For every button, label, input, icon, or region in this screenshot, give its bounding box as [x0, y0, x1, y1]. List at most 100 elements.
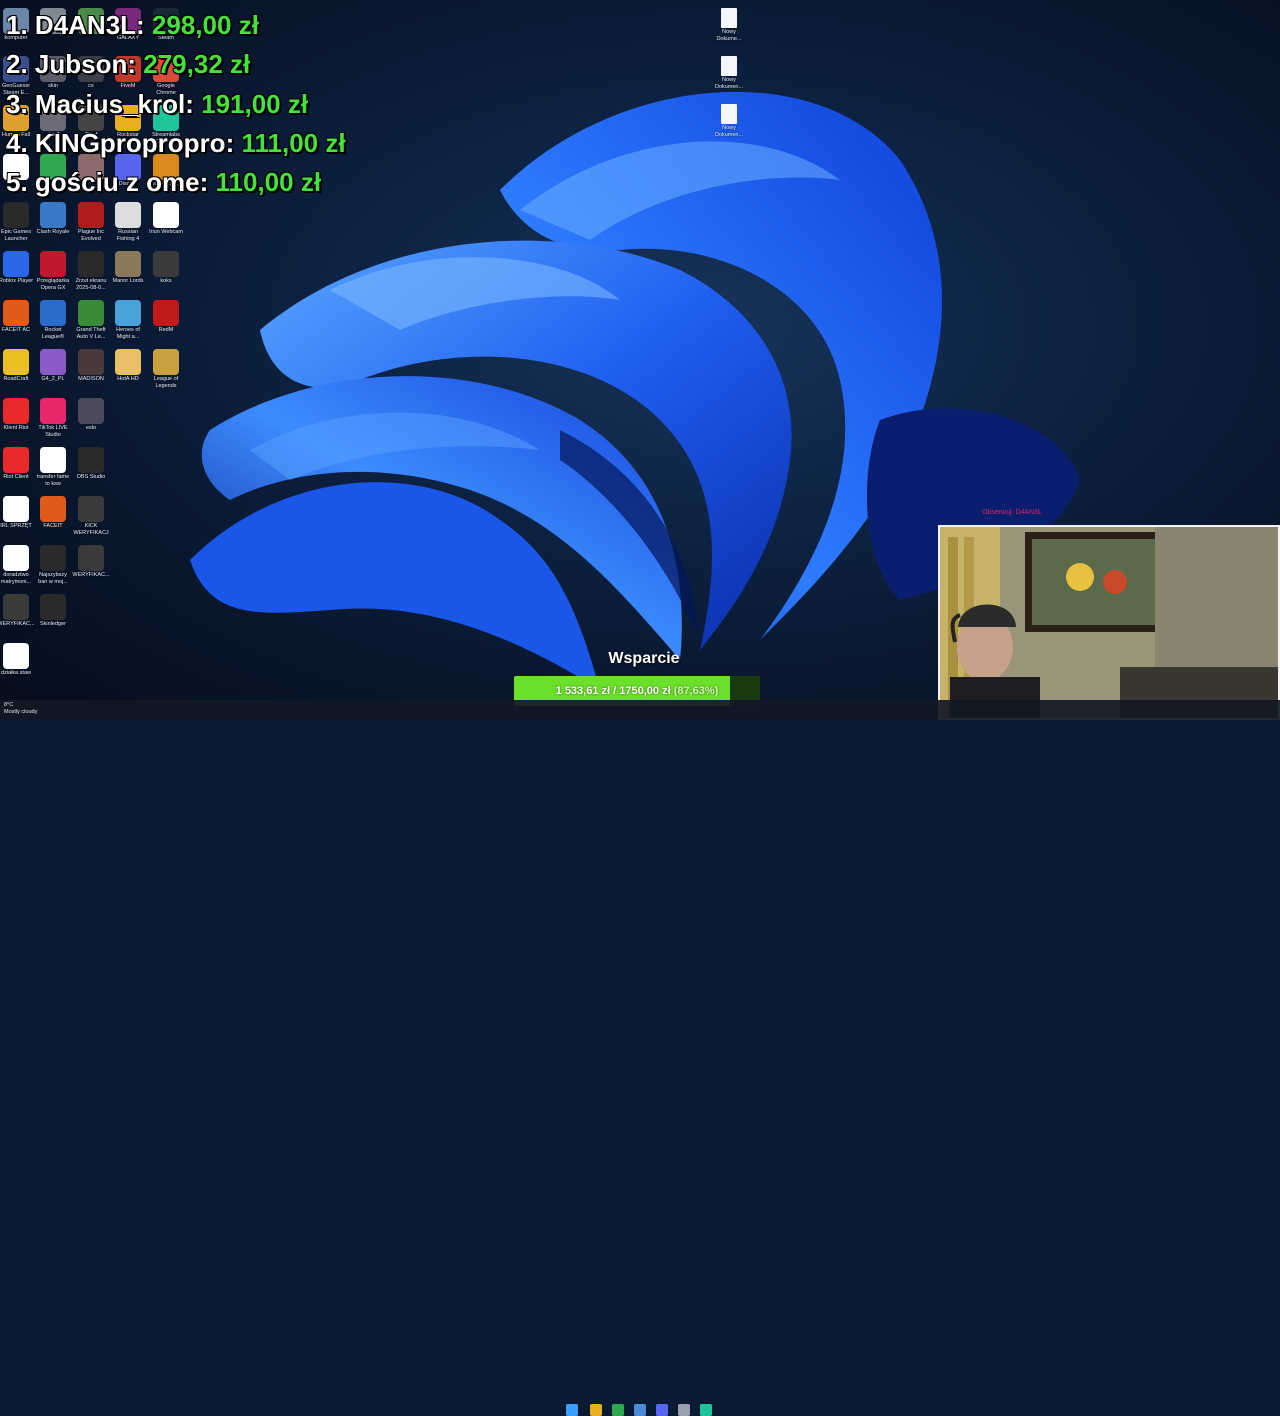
desktop-icon[interactable]: Nowy Dokumen...	[710, 104, 748, 139]
desktop-icon[interactable]: Manor Lords	[109, 251, 147, 285]
desktop-icon[interactable]: Klient Riot	[0, 398, 35, 432]
desktop-icon-label: Nowy Dokume...	[716, 29, 742, 42]
desktop-icon-label: Plague Inc Evolved	[78, 229, 104, 242]
leaderboard-row: 5. gościu z ome: 110,00 zł	[6, 163, 346, 202]
desktop-icon-label: KICK WERYFIKACJA	[73, 523, 109, 536]
russian-fishing-icon	[115, 202, 141, 228]
desktop-icon[interactable]: HotA HD	[109, 349, 147, 383]
desktop-icon[interactable]: Zrzut ekranu 2025-08-0...	[72, 251, 110, 292]
weather-status: Mostly cloudy	[4, 709, 38, 715]
lol-icon	[153, 349, 179, 375]
roblox-icon	[3, 251, 29, 277]
desktop-icon[interactable]: OBS Studio	[72, 447, 110, 481]
file-icon	[78, 398, 104, 424]
goal-target: 1750,00 zł	[619, 685, 671, 697]
desktop-icon-label: OBS Studio	[76, 474, 106, 480]
leaderboard-name: gościu z ome:	[34, 167, 209, 198]
riot-icon	[3, 447, 29, 473]
desktop-icon[interactable]: transfer fame to ksw	[34, 447, 72, 488]
desktop-icon[interactable]: TikTok LIVE Studio	[34, 398, 72, 439]
leaderboard-amount: 191,00 zł	[201, 88, 309, 119]
desktop-icon-label: Grand Theft Auto V Le...	[76, 327, 106, 340]
obs-icon[interactable]	[678, 1404, 690, 1416]
desktop-icon-label: Klient Riot	[3, 425, 29, 431]
webcam-icon	[153, 202, 179, 228]
desktop-icon[interactable]: RedM	[147, 300, 185, 334]
desktop-icon[interactable]: Heroes of Might a...	[109, 300, 147, 341]
desktop-icon[interactable]: Roblox Player	[0, 251, 35, 285]
discord-icon[interactable]	[656, 1404, 668, 1416]
desktop-icon-label: eslo	[85, 425, 97, 431]
riot-icon	[3, 398, 29, 424]
faceit-ac-icon	[3, 300, 29, 326]
epic-games-icon	[3, 202, 29, 228]
taskbar	[0, 700, 1280, 1416]
leaderboard-rank: 4.	[6, 127, 28, 158]
desktop-icon-label: Iriun Webcam	[149, 229, 183, 235]
desktop-icon-label: Rocket League®	[41, 327, 65, 340]
new-document-icon	[721, 104, 737, 124]
desktop-icon[interactable]: Epic Games Launcher	[0, 202, 35, 243]
desktop-icon[interactable]: doradztwo matrymoni...	[0, 545, 35, 586]
desktop-icon[interactable]: Najszybszy ban w moj...	[34, 545, 72, 586]
desktop-icon-label: Skinledger	[40, 621, 66, 627]
desktop-icon[interactable]: WERYFIKAC...	[72, 545, 110, 579]
desktop-icon-label: Nowy Dokumen...	[714, 77, 744, 90]
desktop-icon-label: Zrzut ekranu 2025-08-0...	[75, 278, 107, 291]
leaderboard-row: 1. D4AN3L: 298,00 zł	[6, 6, 346, 45]
desktop-icon[interactable]: Skinledger	[34, 594, 72, 628]
desktop-icon[interactable]: Clash Royale	[34, 202, 72, 236]
desktop-icon[interactable]: Russian Fishing 4	[109, 202, 147, 243]
file-icon	[78, 545, 104, 571]
search-icon[interactable]	[590, 1404, 602, 1416]
desktop-icon-label: HotA HD	[117, 376, 139, 382]
leaderboard-name: Jubson:	[34, 49, 137, 80]
streamlabs-icon[interactable]	[700, 1404, 712, 1416]
desktop-icon-label: G4_2_PL	[41, 376, 65, 382]
desktop-icon[interactable]: IRL SPRZĘT	[0, 496, 35, 530]
desktop-icon[interactable]: MADISON	[72, 349, 110, 383]
manor-lords-icon	[115, 251, 141, 277]
roadcraft-icon	[3, 349, 29, 375]
webcam-overlay	[938, 525, 1280, 720]
leaderboard-name: Macius_krol:	[34, 88, 194, 119]
desktop-icon[interactable]: Nowy Dokumen...	[710, 56, 748, 91]
desktop-icon[interactable]: Plague Inc Evolved	[72, 202, 110, 243]
explorer-icon[interactable]	[634, 1404, 646, 1416]
redm-icon	[153, 300, 179, 326]
leaderboard-amount: 111,00 zł	[241, 127, 346, 158]
leaderboard-row: 2. Jubson: 279,32 zł	[6, 45, 346, 84]
desktop-icon[interactable]: eslo	[72, 398, 110, 432]
desktop-icon-label: WERYFIKAC...	[72, 572, 110, 578]
desktop-icon[interactable]: Przeglądarka Opera GX	[34, 251, 72, 292]
desktop-icon-label: transfer fame to ksw	[36, 474, 70, 487]
desktop-icon[interactable]: RoadCraft	[0, 349, 35, 383]
document-icon	[40, 447, 66, 473]
desktop-icon[interactable]: Grand Theft Auto V Le...	[72, 300, 110, 341]
desktop-icon-label: Russian Fishing 4	[116, 229, 140, 242]
desktop-icon[interactable]: League of Legends	[147, 349, 185, 390]
desktop-icon[interactable]: Nowy Dokume...	[710, 8, 748, 43]
desktop-icon-label: Riot Client	[3, 474, 29, 480]
desktop-icon[interactable]: Iriun Webcam	[147, 202, 185, 236]
desktop-icon-label: WERYFIKAC...	[0, 621, 35, 627]
chrome-icon[interactable]	[612, 1404, 624, 1416]
desktop-icon[interactable]: Riot Client	[0, 447, 35, 481]
desktop-icon-label: Epic Games Launcher	[1, 229, 31, 242]
desktop-icon-label: Roblox Player	[0, 278, 34, 284]
desktop-icon[interactable]: WERYFIKAC...	[0, 594, 35, 628]
g4-icon	[40, 349, 66, 375]
desktop-icon[interactable]: FACEIT	[34, 496, 72, 530]
desktop-icon-label: RoadCraft	[3, 376, 29, 382]
desktop-icon[interactable]: G4_2_PL	[34, 349, 72, 383]
desktop-icon[interactable]: koks	[147, 251, 185, 285]
start-icon[interactable]	[566, 1404, 578, 1416]
leaderboard-name: KINGpropropro:	[34, 127, 235, 158]
weather-widget[interactable]: 8°C Mostly cloudy	[4, 702, 37, 716]
desktop-icon-label: RedM	[158, 327, 174, 333]
desktop-icon[interactable]: KICK WERYFIKACJA	[72, 496, 110, 537]
desktop-icon[interactable]: FACEIT AC	[0, 300, 35, 334]
document-icon	[3, 496, 29, 522]
leaderboard-amount: 110,00 zł	[215, 167, 322, 198]
desktop-icon[interactable]: Rocket League®	[34, 300, 72, 341]
